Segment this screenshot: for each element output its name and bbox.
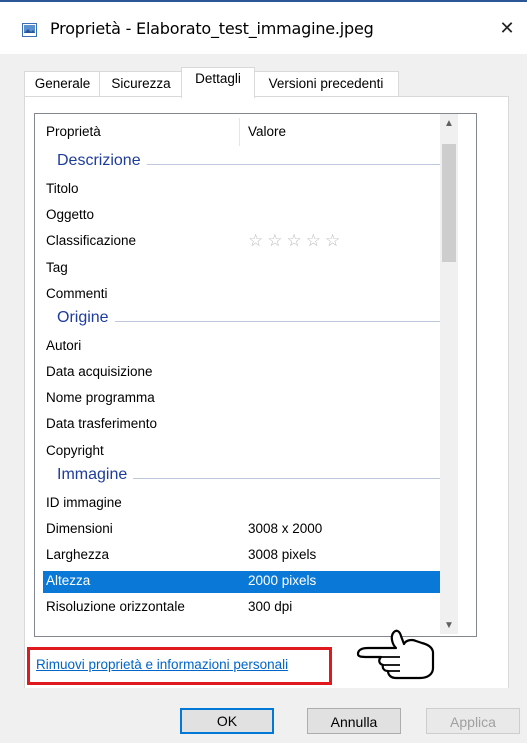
group-divider — [57, 320, 458, 322]
list-item[interactable]: Copyright — [35, 438, 476, 464]
list-item[interactable]: Tag — [35, 255, 476, 281]
group-header: Immagine — [35, 464, 476, 490]
list-item[interactable]: Titolo — [35, 176, 476, 202]
pointing-hand-icon — [356, 629, 435, 680]
group-header: Origine — [35, 307, 476, 333]
property-name: ID immagine — [46, 494, 122, 510]
properties-list[interactable]: Proprietà Valore Descrizione Titolo Oggett… — [34, 113, 477, 637]
list-item[interactable]: Risoluzione orizzontale 300 dpi — [35, 594, 476, 620]
property-name: Larghezza — [46, 547, 110, 563]
column-header-property[interactable]: Proprietà — [46, 124, 101, 139]
property-name: Risoluzione orizzontale — [46, 599, 185, 615]
close-icon: ✕ — [499, 17, 515, 39]
property-name: Tag — [46, 259, 68, 275]
list-item[interactable]: Altezza 2000 pixels — [35, 568, 476, 594]
scroll-up-arrow-icon[interactable]: ▲ — [440, 114, 458, 132]
cancel-button[interactable]: Annulla — [307, 708, 401, 734]
group-header-label: Origine — [57, 308, 115, 327]
tab-versioni-precedenti[interactable]: Versioni precedenti — [253, 71, 399, 96]
list-item[interactable]: Larghezza 3008 pixels — [35, 542, 476, 568]
remove-properties-link[interactable]: Rimuovi proprietà e informazioni persona… — [36, 657, 288, 672]
group-header-label: Immagine — [57, 465, 134, 484]
property-value: 2000 pixels — [248, 573, 317, 589]
column-divider[interactable] — [239, 118, 240, 146]
image-file-icon — [22, 23, 37, 37]
group-header: Descrizione — [35, 150, 476, 176]
property-name: Titolo — [46, 181, 79, 197]
group-header-label: Descrizione — [57, 152, 147, 170]
tab-dettagli[interactable]: Dettagli — [181, 67, 255, 98]
list-item[interactable]: Classificazione ☆☆☆☆☆ — [35, 228, 476, 254]
property-name: Commenti — [46, 285, 108, 301]
property-name: Altezza — [46, 573, 91, 589]
property-name: Copyright — [46, 442, 104, 458]
column-header-value[interactable]: Valore — [248, 124, 286, 139]
property-value: 3008 x 2000 — [248, 520, 323, 536]
scroll-down-arrow-icon[interactable]: ▼ — [440, 616, 458, 634]
tab-sicurezza[interactable]: Sicurezza — [99, 71, 183, 96]
list-item[interactable]: Dimensioni 3008 x 2000 — [35, 516, 476, 542]
apply-button[interactable]: Applica — [426, 708, 520, 734]
rating-stars[interactable]: ☆☆☆☆☆ — [248, 228, 344, 254]
close-button[interactable]: ✕ — [487, 8, 527, 48]
property-name: Nome programma — [46, 390, 155, 406]
property-name: Dimensioni — [46, 520, 113, 536]
list-item[interactable]: Nome programma — [35, 385, 476, 411]
window-title: Proprietà - Elaborato_test_immagine.jpeg — [50, 19, 374, 38]
property-name: Oggetto — [46, 207, 95, 223]
vertical-scrollbar[interactable]: ▲ ▼ — [440, 114, 458, 634]
list-item[interactable]: Data acquisizione — [35, 359, 476, 385]
list-rows: Descrizione Titolo Oggetto Classificazione ☆… — [35, 150, 476, 621]
list-item[interactable]: Oggetto — [35, 202, 476, 228]
title-bar[interactable]: Proprietà - Elaborato_test_immagine.jpeg… — [0, 2, 527, 54]
list-item[interactable]: Commenti — [35, 281, 476, 307]
list-item[interactable]: Data trasferimento — [35, 411, 476, 437]
list-item[interactable]: ID immagine — [35, 490, 476, 516]
property-value: 300 dpi — [248, 599, 293, 615]
ok-button[interactable]: OK — [180, 708, 274, 734]
property-name: Data acquisizione — [46, 364, 153, 380]
property-name: Data trasferimento — [46, 416, 158, 432]
tab-generale[interactable]: Generale — [24, 71, 101, 96]
property-value: 3008 pixels — [248, 547, 317, 563]
list-column-header: Proprietà Valore — [35, 114, 476, 148]
property-name: Classificazione — [46, 233, 137, 249]
property-name: Autori — [46, 337, 82, 353]
list-item[interactable]: Autori — [35, 333, 476, 359]
scrollbar-thumb[interactable] — [442, 144, 456, 262]
